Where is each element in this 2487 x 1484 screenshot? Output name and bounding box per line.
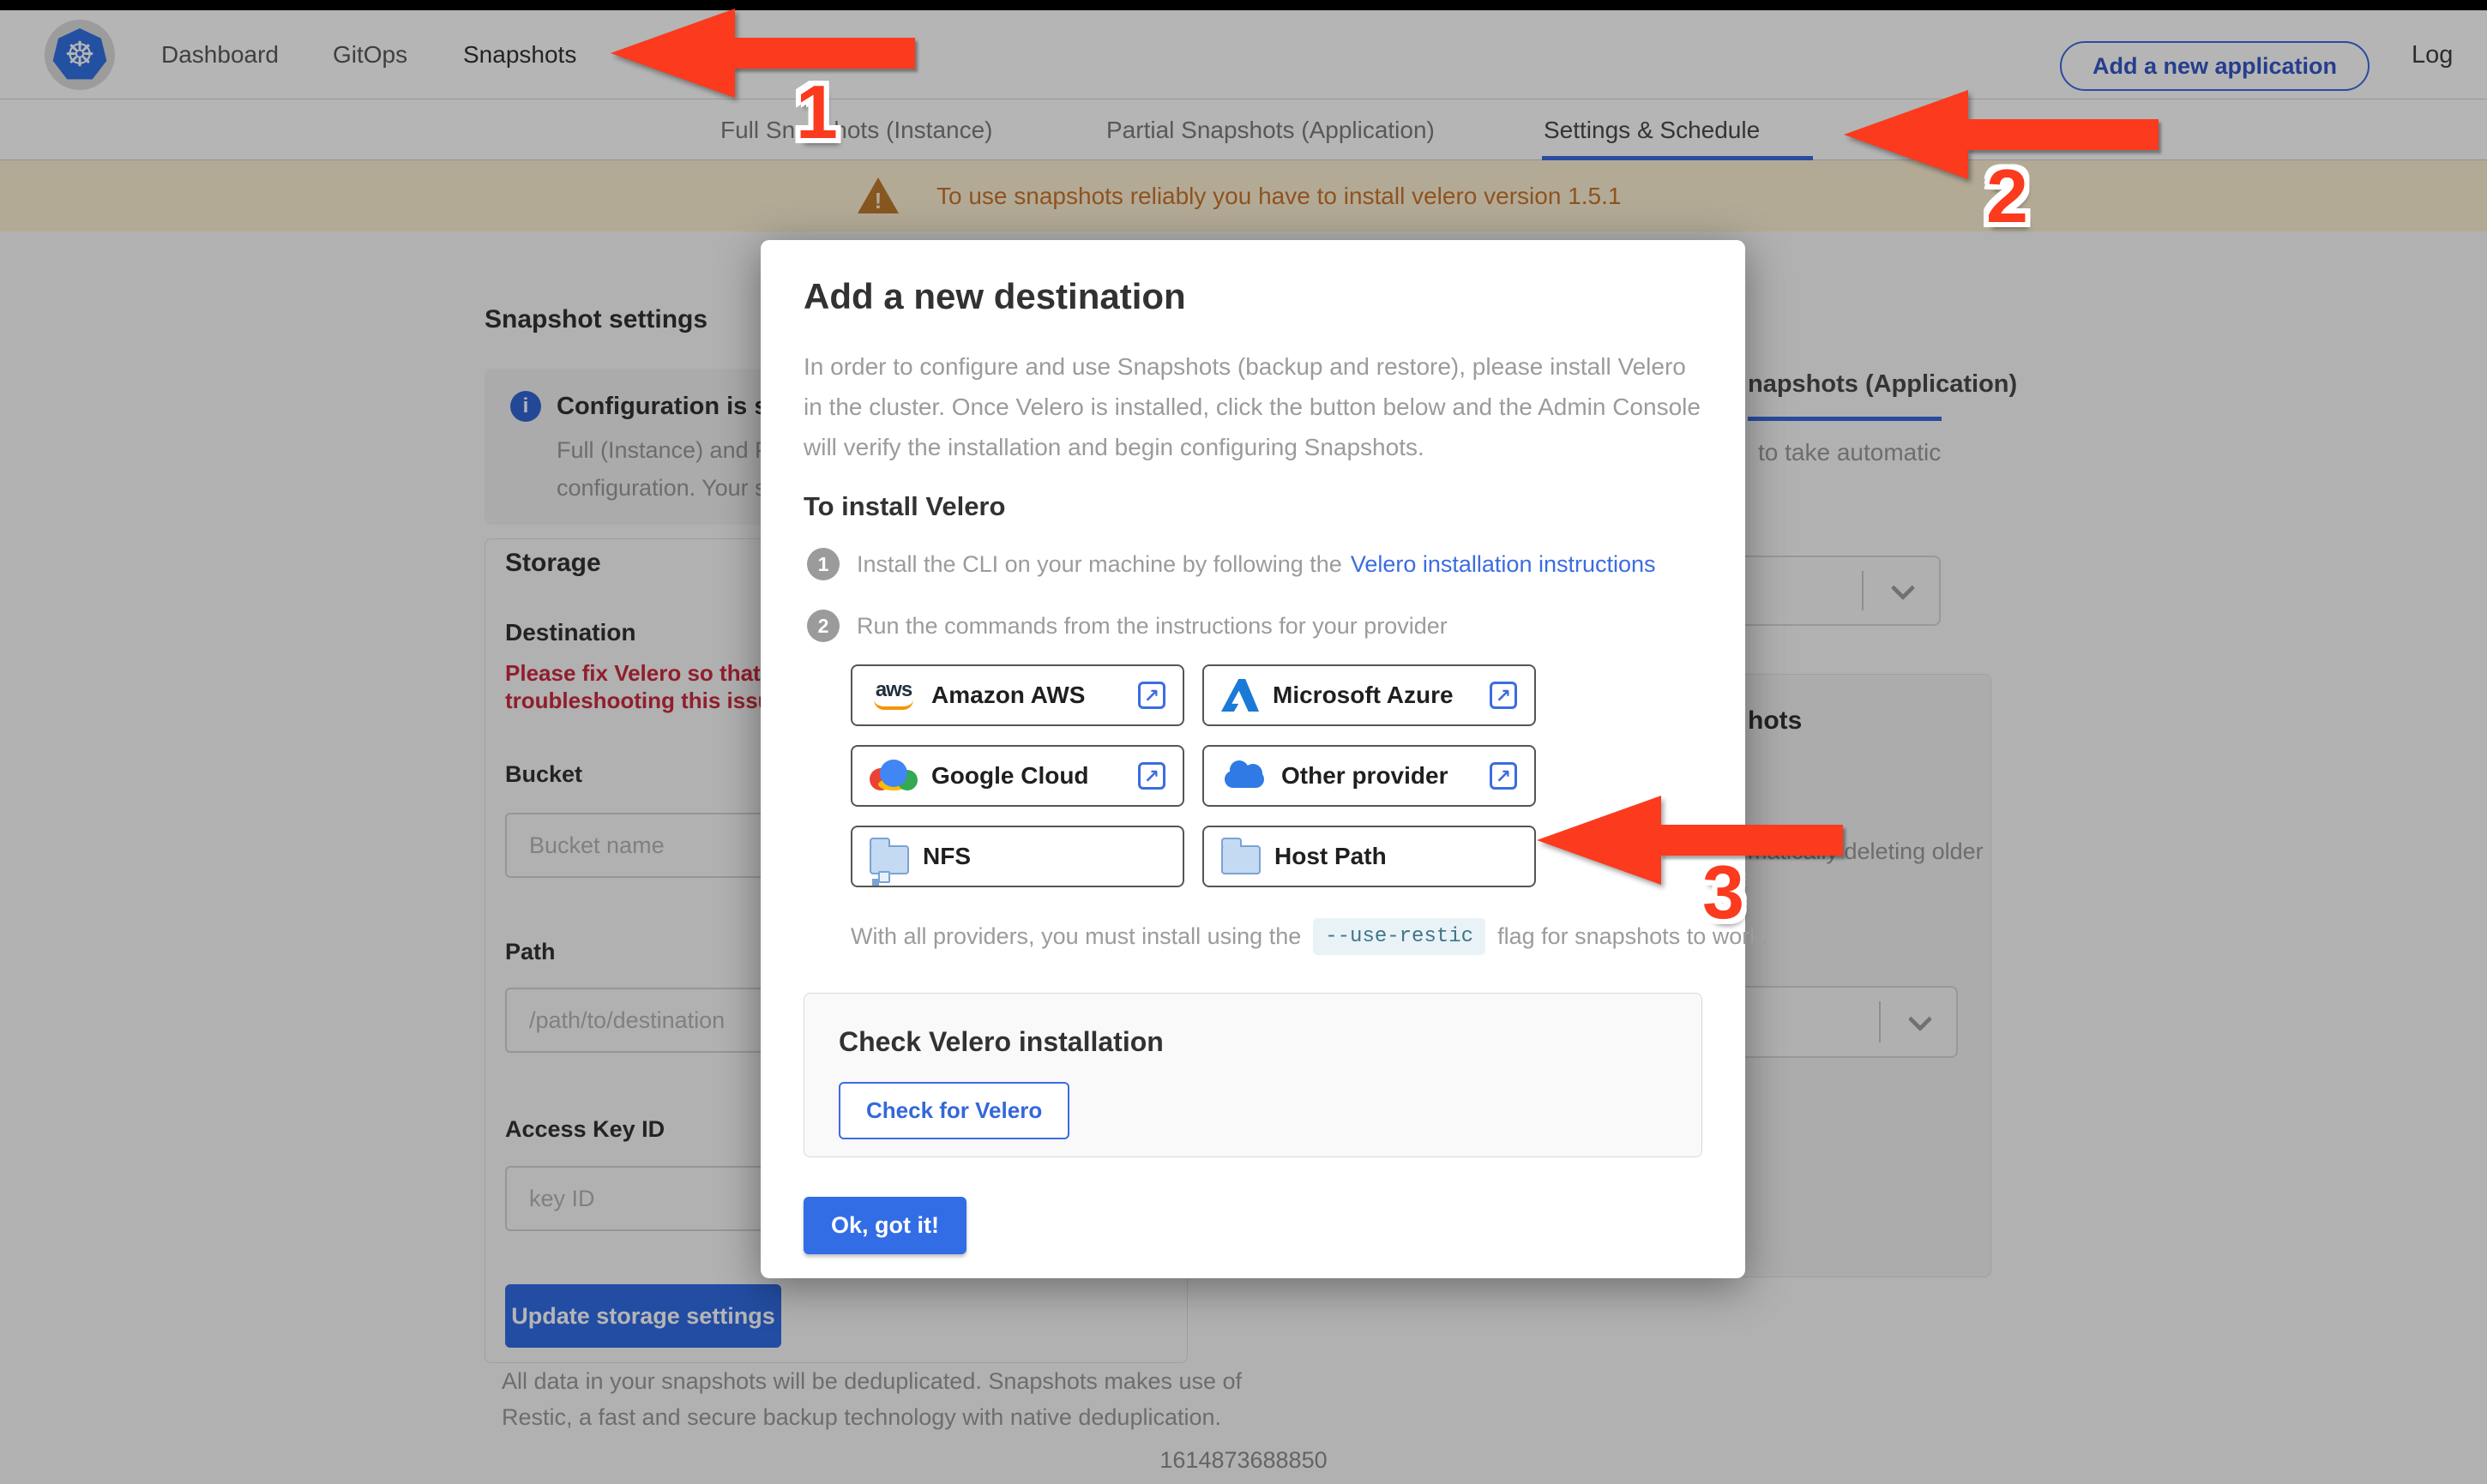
azure-logo-icon [1221, 679, 1259, 712]
cloud-icon [1221, 760, 1268, 791]
restic-note: With all providers, you must install usi… [851, 918, 1767, 955]
arrow-head [1537, 796, 1661, 885]
arrow-shaft [733, 38, 915, 69]
annotation-number-3: 3 [1702, 850, 1744, 934]
google-cloud-logo-icon [870, 760, 918, 792]
provider-host-path[interactable]: Host Path [1202, 826, 1536, 887]
add-destination-modal: Add a new destination In order to config… [761, 240, 1767, 1278]
annotation-number-1: 1 [796, 69, 838, 154]
provider-microsoft-azure[interactable]: Microsoft Azure ↗ [1202, 664, 1536, 726]
provider-label: Host Path [1274, 843, 1387, 869]
external-link-icon: ↗ [1490, 682, 1517, 709]
provider-amazon-aws[interactable]: aws Amazon AWS ↗ [851, 664, 1184, 726]
arrow-head [1844, 90, 1968, 179]
step-number-badge: 2 [807, 610, 840, 642]
use-restic-code-chip: --use-restic [1313, 918, 1486, 955]
velero-instructions-link[interactable]: Velero installation instructions [1351, 551, 1656, 577]
step-number-badge: 1 [807, 548, 840, 580]
step-text: Install the CLI on your machine by follo… [857, 548, 1656, 580]
install-step-1: 1 Install the CLI on your machine by fol… [807, 548, 1702, 580]
annotation-number-2: 2 [1986, 153, 2028, 238]
screen: ☸ Dashboard GitOps Snapshots Add a new a… [0, 0, 2487, 1484]
provider-label: Other provider [1281, 762, 1448, 789]
arrow-head [611, 9, 735, 98]
folder-icon [1221, 838, 1261, 874]
aws-logo-icon: aws [870, 680, 918, 710]
arrow-shaft [1659, 825, 1843, 856]
provider-nfs[interactable]: NFS [851, 826, 1184, 887]
provider-label: Microsoft Azure [1273, 682, 1454, 708]
restic-note-prefix: With all providers, you must install usi… [851, 923, 1302, 949]
provider-google-cloud[interactable]: Google Cloud ↗ [851, 745, 1184, 807]
external-link-icon: ↗ [1490, 762, 1517, 790]
arrow-shaft [1966, 119, 2159, 150]
check-for-velero-button[interactable]: Check for Velero [839, 1082, 1070, 1139]
provider-label: Google Cloud [931, 762, 1089, 789]
provider-label: NFS [923, 843, 971, 869]
modal-body-text: In order to configure and use Snapshots … [804, 353, 1701, 460]
nfs-folder-icon [870, 838, 909, 883]
step-1-text: Install the CLI on your machine by follo… [857, 551, 1342, 577]
modal-title: Add a new destination [804, 276, 1186, 316]
provider-other[interactable]: Other provider ↗ [1202, 745, 1536, 807]
ok-got-it-button[interactable]: Ok, got it! [804, 1197, 966, 1254]
install-step-2: 2 Run the commands from the instructions… [807, 610, 1702, 642]
external-link-icon: ↗ [1138, 762, 1165, 790]
provider-label: Amazon AWS [931, 682, 1086, 708]
install-velero-heading: To install Velero [804, 491, 1006, 521]
external-link-icon: ↗ [1138, 682, 1165, 709]
check-velero-heading: Check Velero installation [839, 1026, 1164, 1057]
step-2-text: Run the commands from the instructions f… [857, 613, 1448, 639]
check-velero-card: Check Velero installation Check for Vele… [804, 993, 1702, 1157]
